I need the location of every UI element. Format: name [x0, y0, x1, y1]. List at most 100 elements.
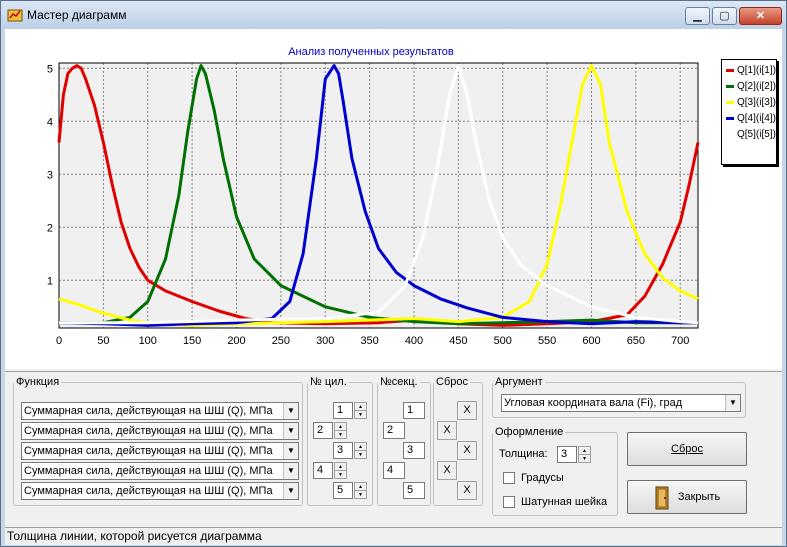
x-tick-label: 650	[627, 335, 645, 347]
close-window-button[interactable]: ✕	[739, 7, 782, 25]
x-tick-label: 150	[183, 335, 201, 347]
chart-title: Анализ полученных результатов	[288, 46, 454, 58]
y-tick-label: 5	[47, 63, 53, 75]
x-tick-label: 300	[316, 335, 334, 347]
spin-up-icon[interactable]: ▲	[335, 463, 346, 471]
x-tick-label: 450	[449, 335, 467, 347]
chevron-down-icon[interactable]: ▼	[283, 463, 298, 479]
argument-group-label: Аргумент	[495, 376, 543, 388]
spin-down-icon[interactable]: ▼	[355, 491, 366, 499]
thickness-spinner[interactable]: 3 ▲ ▼	[557, 446, 593, 463]
spin-buttons[interactable]: ▲ ▼	[334, 462, 347, 479]
chevron-down-icon[interactable]: ▼	[283, 423, 298, 439]
x-tick-label: 550	[538, 335, 556, 347]
spin-buttons[interactable]: ▲ ▼	[354, 482, 367, 499]
reset-row-4-button[interactable]: X	[437, 461, 457, 480]
thickness-value[interactable]: 3	[557, 446, 577, 463]
cylinder-spinner-4[interactable]: 4 ▲ ▼	[313, 462, 349, 479]
legend-item-4: Q[4](i[4])	[726, 112, 778, 125]
x-tick-label: 200	[227, 335, 245, 347]
cylinder-value-3[interactable]: 3	[333, 442, 353, 459]
reset-row-2-button[interactable]: X	[437, 421, 457, 440]
maximize-button[interactable]: ▢	[712, 7, 737, 25]
function-select-4-value: Суммарная сила, действующая на ШШ (Q), М…	[24, 465, 273, 477]
spin-buttons[interactable]: ▲ ▼	[578, 446, 591, 463]
function-select-1[interactable]: Суммарная сила, действующая на ШШ (Q), М…	[21, 402, 299, 420]
cylinder-value-2[interactable]: 2	[313, 422, 333, 439]
legend-item-3: Q[3](i[3])	[726, 96, 778, 109]
cylinder-value-5[interactable]: 5	[333, 482, 353, 499]
y-tick-label: 3	[47, 169, 53, 181]
spin-down-icon[interactable]: ▼	[355, 451, 366, 459]
legend-swatch-2	[726, 85, 734, 88]
argument-select[interactable]: Угловая координата вала (Fi), град ▼	[501, 394, 741, 412]
cylinder-spinner-3[interactable]: 3 ▲ ▼	[333, 442, 369, 459]
spin-buttons[interactable]: ▲ ▼	[334, 422, 347, 439]
chevron-down-icon[interactable]: ▼	[283, 443, 298, 459]
status-text: Толщина линии, которой рисуется диаграмм…	[7, 529, 262, 543]
spin-down-icon[interactable]: ▼	[335, 431, 346, 439]
spin-up-icon[interactable]: ▲	[335, 423, 346, 431]
window-title: Мастер диаграмм	[27, 8, 127, 22]
legend-swatch-3	[726, 101, 734, 104]
legend-item-2: Q[2](i[2])	[726, 80, 778, 93]
cylinder-value-1[interactable]: 1	[333, 402, 353, 419]
section-field-4[interactable]: 4	[383, 462, 405, 479]
section-field-1[interactable]: 1	[403, 402, 425, 419]
spin-up-icon[interactable]: ▲	[579, 447, 590, 455]
x-tick-label: 250	[272, 335, 290, 347]
title-bar: Мастер диаграмм ▁ ▢ ✕	[1, 1, 786, 29]
spin-down-icon[interactable]: ▼	[579, 455, 590, 463]
legend-swatch-5	[726, 133, 734, 136]
function-select-5[interactable]: Суммарная сила, действующая на ШШ (Q), М…	[21, 482, 299, 500]
reset-button[interactable]: Сброс	[627, 432, 747, 466]
section-field-5[interactable]: 5	[403, 482, 425, 499]
cylinder-group-label: № цил.	[310, 376, 347, 388]
reset-row-3-button[interactable]: X	[457, 441, 477, 460]
chevron-down-icon[interactable]: ▼	[725, 395, 740, 411]
spin-up-icon[interactable]: ▲	[355, 443, 366, 451]
reset-group-label: Сброс	[436, 376, 468, 388]
section-field-3[interactable]: 3	[403, 442, 425, 459]
cylinder-spinner-5[interactable]: 5 ▲ ▼	[333, 482, 369, 499]
journal-checkbox[interactable]	[503, 496, 515, 508]
section-field-2[interactable]: 2	[383, 422, 405, 439]
y-tick-label: 2	[47, 222, 53, 234]
close-button[interactable]: Закрыть	[627, 480, 747, 514]
reset-row-5-button[interactable]: X	[457, 481, 477, 500]
cylinder-spinner-2[interactable]: 2 ▲ ▼	[313, 422, 349, 439]
x-tick-label: 700	[671, 335, 689, 347]
chart-canvas: 0 50 100 150 200 250 300 350 400 450 500 550 600 650 7…	[47, 46, 700, 347]
spin-buttons[interactable]: ▲ ▼	[354, 402, 367, 419]
function-select-5-value: Суммарная сила, действующая на ШШ (Q), М…	[24, 485, 273, 497]
x-tick-label: 0	[56, 335, 62, 347]
function-select-2-value: Суммарная сила, действующая на ШШ (Q), М…	[24, 425, 273, 437]
spin-buttons[interactable]: ▲ ▼	[354, 442, 367, 459]
function-select-2[interactable]: Суммарная сила, действующая на ШШ (Q), М…	[21, 422, 299, 440]
thickness-label: Толщина:	[499, 448, 548, 460]
cylinder-spinner-1[interactable]: 1 ▲ ▼	[333, 402, 369, 419]
chevron-down-icon[interactable]: ▼	[283, 483, 298, 499]
chart-legend: Q[1](i[1]) Q[2](i[2]) Q[3](i[3]) Q[4](i[…	[721, 59, 777, 165]
app-icon	[7, 9, 23, 22]
main-window: Мастер диаграмм ▁ ▢ ✕ 0 50 100 150 200 250 300…	[0, 0, 787, 547]
function-select-4[interactable]: Суммарная сила, действующая на ШШ (Q), М…	[21, 462, 299, 480]
reset-row-1-button[interactable]: X	[457, 401, 477, 420]
chevron-down-icon[interactable]: ▼	[283, 403, 298, 419]
cylinder-value-4[interactable]: 4	[313, 462, 333, 479]
legend-label-3: Q[3](i[3])	[737, 97, 776, 108]
y-tick-label: 1	[47, 275, 53, 287]
minimize-button[interactable]: ▁	[685, 7, 710, 25]
style-group-label: Оформление	[495, 426, 564, 438]
function-select-1-value: Суммарная сила, действующая на ШШ (Q), М…	[24, 405, 273, 417]
door-exit-icon	[655, 486, 669, 510]
spin-up-icon[interactable]: ▲	[355, 483, 366, 491]
spin-down-icon[interactable]: ▼	[335, 471, 346, 479]
spin-down-icon[interactable]: ▼	[355, 411, 366, 419]
function-select-3-value: Суммарная сила, действующая на ШШ (Q), М…	[24, 445, 273, 457]
spin-up-icon[interactable]: ▲	[355, 403, 366, 411]
function-select-3[interactable]: Суммарная сила, действующая на ШШ (Q), М…	[21, 442, 299, 460]
x-tick-label: 350	[360, 335, 378, 347]
degrees-checkbox[interactable]	[503, 472, 515, 484]
x-tick-label: 50	[97, 335, 109, 347]
